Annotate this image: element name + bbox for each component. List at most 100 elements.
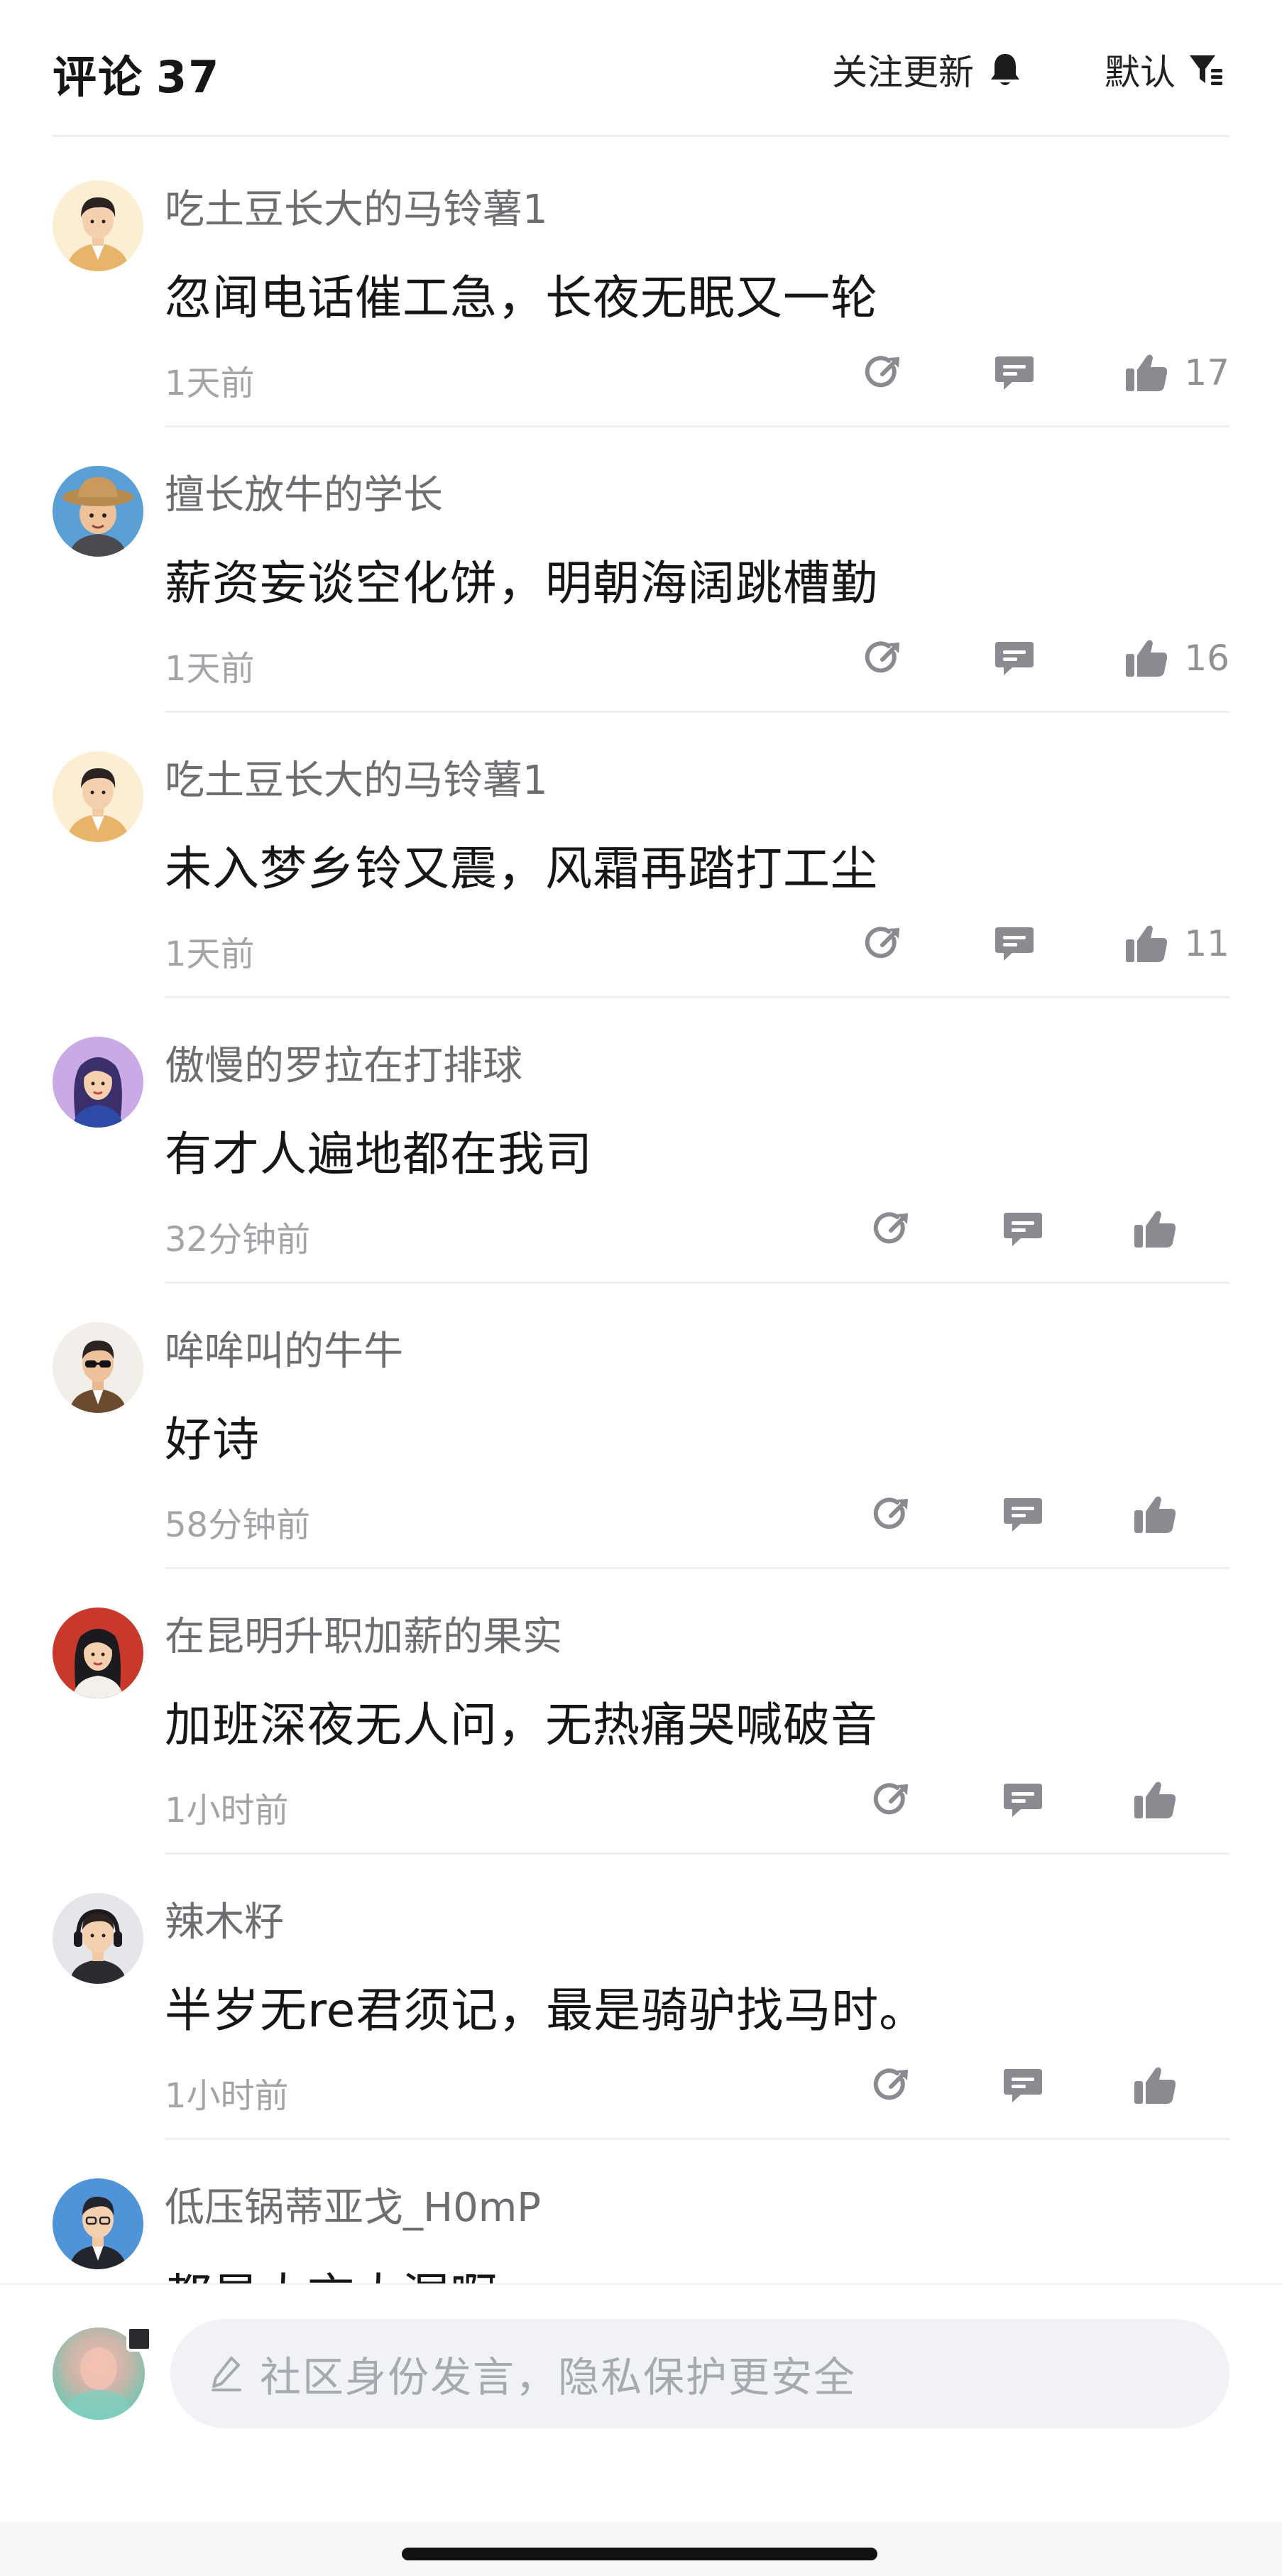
like-count: 11	[1184, 923, 1229, 964]
thumbs-up-icon	[1126, 640, 1168, 677]
avatar[interactable]	[53, 1037, 143, 1128]
comment-username[interactable]: 吃土豆长大的马铃薯1	[165, 748, 548, 806]
like-count: 17	[1184, 352, 1229, 393]
comment-input-placeholder: 社区身份发言，隐私保护更安全	[260, 2353, 857, 2401]
comment-text: 忽闻电话催工急，长夜无眠又一轮	[165, 271, 878, 325]
thumbs-up-icon	[1134, 1781, 1176, 1818]
reply-button[interactable]	[990, 633, 1039, 683]
comment-actions	[867, 2057, 1229, 2114]
share-icon	[873, 1497, 908, 1529]
comments-header: 评论 37 关注更新 默认	[0, 0, 1282, 137]
comment-actions: 16	[859, 630, 1229, 687]
share-button[interactable]	[859, 633, 909, 683]
share-icon	[865, 927, 900, 959]
share-icon	[873, 1783, 908, 1815]
avatar[interactable]	[53, 2178, 143, 2269]
bell-icon	[991, 54, 1019, 85]
reply-icon	[1004, 2069, 1042, 2102]
like-button[interactable]: 17	[1122, 348, 1229, 398]
comment-username[interactable]: 吃土豆长大的马铃薯1	[165, 178, 548, 235]
reply-icon	[995, 356, 1034, 390]
comment-item: 低压锅蒂亚戈_H0mP 都是大言大漏啊	[0, 2140, 1282, 2283]
share-icon	[865, 356, 900, 388]
like-count: 16	[1184, 638, 1229, 679]
comment-item: 傲慢的罗拉在打排球 有才人遍地都在我司 32分钟前	[0, 998, 1282, 1284]
comment-actions	[867, 1486, 1229, 1543]
avatar[interactable]	[53, 1893, 143, 1984]
thumbs-up-icon	[1126, 354, 1168, 391]
comment-username[interactable]: 在昆明升职加薪的果实	[165, 1605, 562, 1662]
comment-time: 1天前	[165, 934, 255, 974]
reply-button[interactable]	[998, 1490, 1048, 1539]
comment-text: 好诗	[165, 1412, 260, 1467]
comment-text: 薪资妄谈空化饼，明朝海阔跳槽勤	[165, 556, 878, 611]
share-button[interactable]	[867, 1490, 917, 1539]
reply-icon	[995, 642, 1034, 675]
reply-button[interactable]	[990, 919, 1039, 968]
comment-text: 加班深夜无人问，无热痛哭喊破音	[165, 1698, 878, 1752]
comment-text: 有才人遍地都在我司	[165, 1127, 593, 1181]
header-divider	[53, 135, 1229, 137]
comment-time: 1天前	[165, 364, 255, 403]
follow-updates-button[interactable]: 关注更新	[832, 44, 1021, 95]
avatar[interactable]	[53, 1608, 143, 1698]
pen-icon	[212, 2357, 241, 2391]
comment-actions	[867, 1201, 1229, 1257]
like-button[interactable]: 11	[1122, 919, 1229, 968]
like-button[interactable]	[1130, 2061, 1229, 2110]
avatar[interactable]	[53, 180, 143, 271]
share-icon	[873, 2068, 908, 2100]
reply-icon	[995, 927, 1034, 961]
like-button[interactable]	[1130, 1490, 1229, 1539]
like-button[interactable]	[1130, 1775, 1229, 1825]
sort-default-button[interactable]: 默认	[1105, 44, 1224, 95]
thumbs-up-icon	[1134, 2067, 1176, 2104]
comment-input-bar: 社区身份发言，隐私保护更安全	[0, 2283, 1282, 2523]
share-button[interactable]	[859, 348, 909, 398]
avatar-badge	[126, 2326, 152, 2352]
share-button[interactable]	[859, 919, 909, 968]
sort-default-label: 默认	[1105, 52, 1176, 93]
like-button[interactable]: 16	[1122, 633, 1229, 683]
reply-icon	[1004, 1784, 1042, 1817]
comment-item: 擅长放牛的学长 薪资妄谈空化饼，明朝海阔跳槽勤 1天前 16	[0, 427, 1282, 713]
avatar[interactable]	[53, 466, 143, 557]
thumbs-up-icon	[1134, 1496, 1176, 1533]
like-button[interactable]	[1130, 1204, 1229, 1254]
comment-item: 哞哞叫的牛牛 好诗 58分钟前	[0, 1284, 1282, 1569]
share-icon	[873, 1212, 908, 1244]
comment-username[interactable]: 辣木籽	[165, 1890, 284, 1948]
comment-item: 辣木籽 半岁无re君须记，最是骑驴找马时。 1小时前	[0, 1855, 1282, 2140]
reply-icon	[1004, 1498, 1042, 1532]
comment-list[interactable]: 吃土豆长大的马铃薯1 忽闻电话催工急，长夜无眠又一轮 1天前 17 擅长放牛的学…	[0, 142, 1282, 2283]
avatar[interactable]	[53, 1322, 143, 1413]
comment-input[interactable]: 社区身份发言，隐私保护更安全	[170, 2319, 1229, 2428]
comment-text: 都是大言大漏啊	[165, 2258, 498, 2283]
thumbs-up-icon	[1126, 925, 1168, 962]
comment-username[interactable]: 哞哞叫的牛牛	[165, 1319, 403, 1377]
comment-time: 32分钟前	[165, 1220, 311, 1260]
comment-username[interactable]: 傲慢的罗拉在打排球	[165, 1034, 522, 1091]
home-indicator[interactable]	[402, 2548, 877, 2560]
comment-username[interactable]: 低压锅蒂亚戈_H0mP	[165, 2176, 541, 2233]
comment-actions: 11	[859, 915, 1229, 972]
reply-button[interactable]	[990, 348, 1039, 398]
comment-actions	[867, 1772, 1229, 1828]
share-button[interactable]	[867, 2061, 917, 2110]
follow-updates-label: 关注更新	[832, 52, 974, 93]
share-button[interactable]	[867, 1204, 917, 1254]
reply-button[interactable]	[998, 1204, 1048, 1254]
reply-button[interactable]	[998, 1775, 1048, 1825]
filter-icon	[1190, 55, 1222, 85]
comment-time: 58分钟前	[165, 1505, 311, 1545]
comment-username[interactable]: 擅长放牛的学长	[165, 463, 443, 520]
share-button[interactable]	[867, 1775, 917, 1825]
reply-button[interactable]	[998, 2061, 1048, 2110]
home-indicator-area	[0, 2522, 1282, 2576]
avatar[interactable]	[53, 751, 143, 842]
comment-item: 吃土豆长大的马铃薯1 忽闻电话催工急，长夜无眠又一轮 1天前 17	[0, 142, 1282, 427]
comment-item: 吃土豆长大的马铃薯1 未入梦乡铃又震，风霜再踏打工尘 1天前 11	[0, 713, 1282, 998]
comments-count: 37	[156, 51, 221, 103]
share-icon	[865, 641, 900, 673]
comment-text: 半岁无re君须记，最是骑驴找马时。	[165, 1983, 927, 2038]
